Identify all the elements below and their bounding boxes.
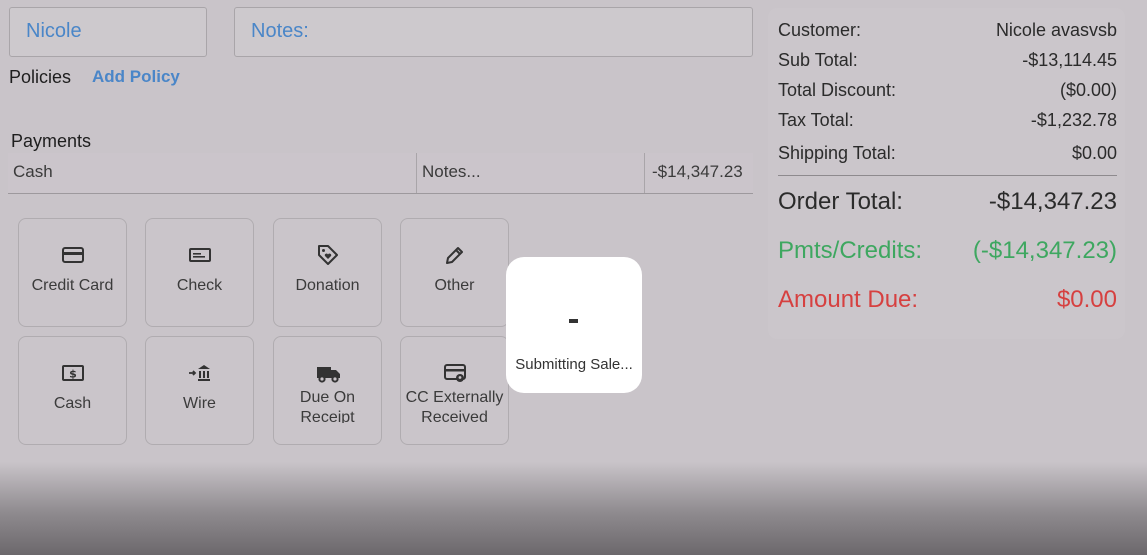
tile-label: Credit Card (31, 277, 114, 294)
summary-order-total: Order Total: -$14,347.23 (778, 188, 1117, 216)
cash-icon: $ (62, 365, 84, 381)
summary-value: -$13,114.45 (1022, 50, 1117, 70)
donation-tag-icon (318, 245, 338, 265)
summary-label: Pmts/Credits: (778, 237, 923, 264)
pencil-icon (446, 247, 463, 264)
customer-name-value: Nicole (26, 20, 82, 42)
payment-amount: -$14,347.23 (652, 162, 743, 181)
credit-card-icon (62, 247, 84, 263)
summary-shipping-total: Shipping Total: $0.00 (778, 143, 1117, 164)
summary-label: Customer: (778, 20, 862, 40)
cash-button[interactable]: $ Cash (18, 336, 127, 445)
credit-card-button[interactable]: Credit Card (18, 218, 127, 327)
divider (416, 153, 417, 193)
submitting-message: Submitting Sale... (515, 356, 633, 373)
summary-label: Tax Total: (778, 110, 854, 130)
tile-label: CC Externally Received (405, 389, 504, 423)
check-button[interactable]: Check (145, 218, 254, 327)
customer-name-field[interactable]: Nicole (9, 7, 207, 57)
summary-value: ($0.00) (1059, 80, 1117, 100)
summary-value: -$1,232.78 (1030, 110, 1117, 130)
tile-label: Check (176, 277, 223, 294)
summary-value: $0.00 (1071, 143, 1117, 163)
submitting-modal: Submitting Sale... (506, 257, 642, 393)
due-on-receipt-button[interactable]: Due On Receipt (273, 336, 382, 445)
card-pin-icon (444, 364, 466, 382)
summary-value: -$14,347.23 (988, 188, 1117, 215)
tile-label: Donation (295, 277, 360, 294)
notes-field[interactable]: Notes: (234, 7, 753, 57)
add-policy-link[interactable]: Add Policy (92, 67, 180, 87)
tile-label: Wire (183, 395, 216, 412)
tile-label: Other (434, 277, 475, 294)
summary-amount-due: Amount Due: $0.00 (778, 286, 1117, 314)
bank-icon (189, 365, 210, 381)
summary-label: Total Discount: (778, 80, 897, 100)
other-button[interactable]: Other (400, 218, 509, 327)
svg-text:$: $ (69, 368, 77, 381)
summary-tax-total: Tax Total: -$1,232.78 (778, 110, 1117, 131)
order-summary-panel: Customer: Nicole avasvsb Sub Total: -$13… (768, 8, 1125, 339)
payments-title: Payments (11, 131, 92, 151)
summary-sub-total: Sub Total: -$13,114.45 (778, 50, 1117, 71)
summary-divider (778, 175, 1117, 176)
summary-label: Shipping Total: (778, 143, 896, 163)
summary-label: Sub Total: (778, 50, 858, 70)
payment-notes-input[interactable]: Notes... (422, 153, 481, 193)
payment-method: Cash (13, 162, 53, 181)
summary-label: Amount Due: (778, 286, 919, 313)
policies-label: Policies (9, 67, 72, 87)
divider (644, 153, 645, 193)
payment-row: Cash Notes... -$14,347.23 (8, 153, 753, 194)
donation-button[interactable]: Donation (273, 218, 382, 327)
summary-label: Order Total: (778, 188, 903, 215)
loading-spinner-icon (569, 319, 578, 323)
summary-total-discount: Total Discount: ($0.00) (778, 80, 1117, 101)
tile-label: Due On Receipt (299, 389, 356, 423)
notes-placeholder: Notes: (251, 20, 309, 42)
tile-label: Cash (53, 395, 92, 412)
wire-button[interactable]: Wire (145, 336, 254, 445)
summary-value: Nicole avasvsb (995, 20, 1117, 40)
bottom-overlay-fade (0, 462, 1147, 555)
check-icon (189, 248, 211, 262)
summary-pmts-credits: Pmts/Credits: (-$14,347.23) (778, 237, 1117, 265)
summary-customer: Customer: Nicole avasvsb (778, 20, 1117, 41)
summary-value: $0.00 (1056, 286, 1117, 313)
cc-externally-received-button[interactable]: CC Externally Received (400, 336, 509, 445)
truck-icon (317, 367, 340, 383)
summary-value: (-$14,347.23) (972, 237, 1117, 264)
